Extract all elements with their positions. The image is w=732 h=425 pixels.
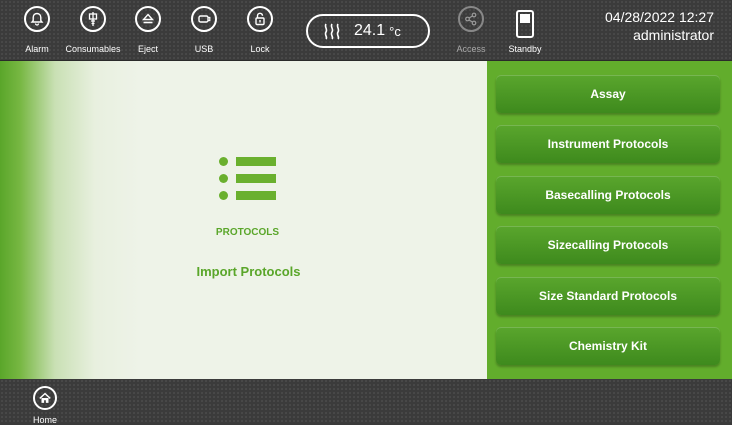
sizecalling-protocols-button[interactable]: Sizecalling Protocols: [496, 226, 720, 264]
usb-button[interactable]: USB: [184, 0, 224, 60]
home-icon: [33, 386, 57, 410]
home-button[interactable]: Home: [28, 379, 62, 425]
home-label: Home: [32, 415, 57, 425]
standby-icon: [516, 10, 534, 38]
consumables-button[interactable]: Consumables: [64, 0, 122, 60]
list-icon: [219, 156, 279, 206]
consumables-icon: [80, 6, 106, 32]
size-standard-protocols-button[interactable]: Size Standard Protocols: [496, 277, 720, 315]
heater-icon: [324, 23, 340, 40]
protocols-panel: PROTOCOLS Import Protocols: [0, 61, 487, 379]
temperature-value: 24.1: [354, 22, 386, 39]
lock-icon: [247, 6, 273, 32]
bottom-toolbar: Home: [0, 379, 732, 425]
usb-icon: [191, 6, 217, 32]
datetime: 04/28/2022 12:27: [605, 9, 714, 25]
chemistry-kit-button[interactable]: Chemistry Kit: [496, 327, 720, 365]
datetime-user-block: 04/28/2022 12:27 administrator: [605, 8, 714, 44]
import-protocols-link[interactable]: Import Protocols: [170, 264, 327, 279]
bell-icon: [24, 6, 50, 32]
access-button[interactable]: Access: [451, 0, 491, 60]
section-title: PROTOCOLS: [215, 227, 280, 238]
consumables-label: Consumables: [65, 44, 121, 54]
current-user: administrator: [633, 27, 714, 43]
assay-button[interactable]: Assay: [496, 75, 720, 113]
alarm-button[interactable]: Alarm: [17, 0, 57, 60]
share-icon: [458, 6, 484, 32]
eject-label: Eject: [137, 44, 158, 54]
lock-label: Lock: [250, 44, 270, 54]
alarm-label: Alarm: [25, 44, 49, 54]
lock-button[interactable]: Lock: [240, 0, 280, 60]
basecalling-protocols-button[interactable]: Basecalling Protocols: [496, 176, 720, 214]
temperature-display[interactable]: 24.1 °c: [306, 14, 430, 48]
eject-icon: [135, 6, 161, 32]
top-toolbar: Alarm Consumables Eject USB Lock 24.1 °c: [0, 0, 732, 61]
instrument-protocols-button[interactable]: Instrument Protocols: [496, 125, 720, 163]
standby-label: Standby: [508, 44, 542, 54]
standby-button[interactable]: Standby: [505, 0, 545, 60]
protocols-menu: Assay Instrument Protocols Basecalling P…: [487, 61, 732, 379]
temperature-unit: °c: [389, 23, 401, 39]
eject-button[interactable]: Eject: [128, 0, 168, 60]
usb-label: USB: [194, 44, 214, 54]
access-label: Access: [456, 44, 486, 54]
